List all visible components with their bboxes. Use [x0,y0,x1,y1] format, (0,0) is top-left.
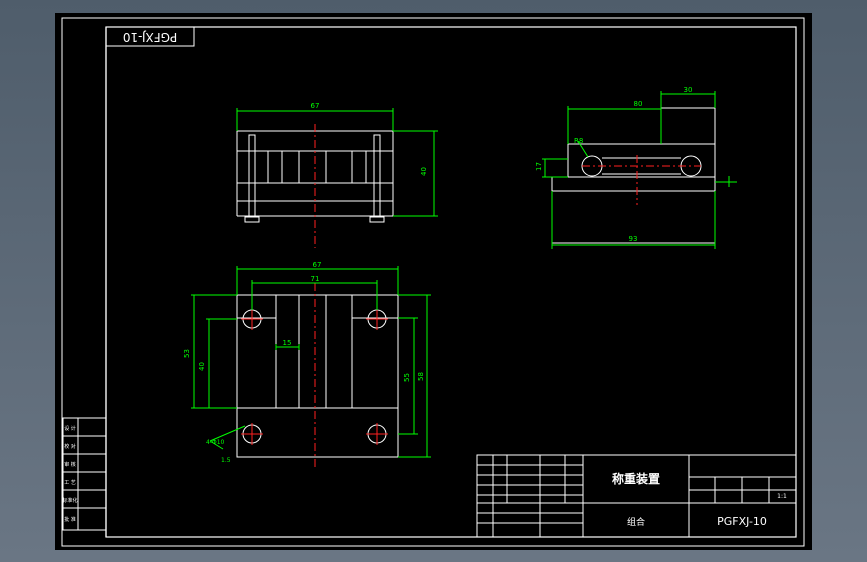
left-block-2: 校 对 [64,443,76,450]
drawing-number: PGFXJ-10 [717,515,767,528]
plan-left-inner-dim: 40 [198,362,206,371]
plan-hole-depth: 1.5 [221,457,231,464]
plan-inner-dim: 71 [311,275,320,283]
plan-top-dim: 67 [313,261,322,269]
drawing-scale: 1:1 [777,493,787,500]
mirror-code-text: PGFXJ-10 [123,30,177,44]
side-slot-dim: 30 [684,86,693,94]
drawing-canvas: PGFXJ-10 67 40 80 30 93 17 R8 67 71 15 5… [55,13,812,550]
left-block-4: 工 艺 [64,480,76,486]
front-top-dim: 67 [311,102,320,110]
plan-hole-note: 4-Φ10 [206,439,225,446]
plan-right-dim: 58 [417,372,425,381]
front-height-dim: 40 [420,167,428,176]
side-radius-label: R8 [574,137,583,145]
drawing-title: 称重装置 [612,471,660,486]
plan-right-inner-dim: 55 [403,373,411,382]
application-frame: PGFXJ-10 67 40 80 30 93 17 R8 67 71 15 5… [0,0,867,562]
cad-viewport[interactable]: PGFXJ-10 67 40 80 30 93 17 R8 67 71 15 5… [55,13,812,550]
left-block-6: 批 准 [64,516,76,523]
left-block-1: 设 计 [64,425,76,432]
side-top-dim: 80 [634,100,643,108]
side-bottom-dim: 93 [629,235,638,243]
left-block-3: 审 核 [64,461,76,468]
drawing-subtitle: 组合 [627,516,645,528]
left-block-5: 标准化 [62,497,77,504]
plan-left-dim: 53 [183,349,191,358]
plan-center-dim: 15 [283,339,292,347]
side-left-dim: 17 [535,162,543,171]
